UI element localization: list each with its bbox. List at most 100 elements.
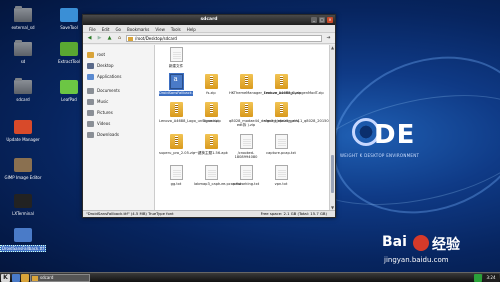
baidu-paw-icon	[413, 235, 429, 251]
close-button[interactable]: ×	[327, 17, 333, 23]
file-name: 一键换主题1.56.apk	[194, 150, 228, 155]
zip-file-icon	[169, 133, 183, 149]
file-item[interactable]: /crooked-1808994080	[229, 133, 263, 160]
file-name: networking.txt	[232, 182, 260, 187]
sidebar-item-label: Pictures	[97, 110, 113, 115]
file-item[interactable]: Lenovo_A4688_Logo_unSigned.zip	[159, 101, 221, 128]
update-icon	[14, 120, 32, 134]
file-name: /crooked-1808994080	[234, 150, 258, 160]
sidebar-item-label: root	[97, 52, 106, 57]
menu-item[interactable]: File	[89, 27, 96, 32]
maximize-button[interactable]: □	[319, 17, 325, 23]
vertical-scrollbar[interactable]: ▲ ▼	[329, 45, 335, 210]
applications-icon	[87, 73, 94, 80]
watermark-url: jingyan.baidu.com	[384, 256, 449, 264]
file-item[interactable]: signed_update_cm11_q8028_20150301.zip	[264, 101, 335, 128]
menu-item[interactable]: Edit	[102, 27, 110, 32]
empty-cell	[299, 102, 333, 128]
sidebar-item[interactable]: Desktop	[83, 60, 154, 71]
network-status-icon[interactable]	[474, 274, 482, 282]
extract-icon	[60, 42, 78, 56]
menu-item[interactable]: View	[155, 27, 165, 32]
desktop-icon[interactable]: external_sd	[0, 6, 46, 30]
file-item[interactable]: networking.txt	[229, 165, 263, 186]
desktop-icon-label: sd	[20, 59, 26, 64]
terminal-icon	[14, 194, 32, 208]
zip-file-icon	[204, 101, 218, 117]
show-desktop-icon[interactable]	[12, 274, 20, 282]
empty-cell	[299, 47, 333, 68]
sidebar-item[interactable]: Applications	[83, 71, 154, 82]
places-sidebar: root Desktop Applications Documents Music Pic…	[83, 45, 155, 210]
text-file-icon	[239, 165, 253, 181]
desktop-icon[interactable]: Update Manager	[0, 120, 46, 142]
desktop-icon[interactable]: DroidSansFallback.ttf	[0, 228, 46, 252]
file-item[interactable]: q8028_modae44_default_default_path( edt拆…	[229, 101, 299, 128]
folder-icon	[32, 276, 38, 281]
file-item[interactable]: capture.pcap.txt	[264, 133, 298, 160]
sidebar-item[interactable]: Documents	[83, 85, 154, 96]
status-bar: "DroidSansFallback.ttf" (4.5 MB) TrueTyp…	[83, 210, 335, 217]
file-name: gg.txt	[170, 182, 182, 187]
back-button[interactable]: ◀	[86, 35, 93, 42]
kde-letters: DE	[374, 120, 416, 150]
status-selection: "DroidSansFallback.ttf" (4.5 MB) TrueTyp…	[86, 211, 174, 216]
sidebar-item-label: Applications	[97, 74, 122, 79]
desktop-icon[interactable]: GIMP Image Editor	[0, 158, 46, 180]
text-file-icon	[274, 133, 288, 149]
menu-bar: File Edit Go Bookmarks View Tools Help	[83, 25, 335, 33]
scroll-up-icon[interactable]: ▲	[330, 45, 335, 50]
desktop-icon-label: LXTerminal	[12, 211, 34, 216]
file-item[interactable]: labmap3_capture.pcap.txt	[194, 165, 241, 186]
desktop-icon[interactable]: sd	[0, 40, 46, 64]
sidebar-item[interactable]: Pictures	[83, 107, 154, 118]
scrollbar-thumb[interactable]	[331, 155, 334, 193]
sidebar-item-label: Documents	[97, 88, 120, 93]
file-item[interactable]: DroidSansFallback.ttf	[159, 73, 197, 96]
sidebar-item[interactable]: Music	[83, 96, 154, 107]
videos-folder-icon	[87, 120, 94, 127]
kde-logo: DE	[352, 118, 422, 152]
file-item[interactable]: Lenovo_A4688_CyangenModT.zip	[264, 74, 324, 95]
text-file-icon	[169, 47, 183, 62]
file-item[interactable]: 一键换主题1.56.apk	[194, 133, 228, 160]
folder-icon	[14, 40, 32, 56]
menu-item[interactable]: Bookmarks	[127, 27, 149, 32]
desktop-icon-label: GIMP Image Editor	[4, 175, 42, 180]
sidebar-item[interactable]: root	[83, 49, 154, 60]
up-button[interactable]: ▲	[106, 35, 113, 42]
desktop-icon	[87, 62, 94, 69]
sidebar-item-label: Music	[97, 99, 109, 104]
menu-item[interactable]: Go	[115, 27, 121, 32]
file-item[interactable]: fs.zip	[194, 74, 228, 95]
file-item[interactable]: 新建文件	[159, 47, 193, 68]
minimize-button[interactable]: _	[311, 17, 317, 23]
empty-cell	[194, 47, 228, 68]
sidebar-item[interactable]: Downloads	[83, 129, 154, 140]
file-item[interactable]: HKThemeManager_Feature_bootlogo.zip	[229, 74, 301, 95]
window-titlebar[interactable]: sdcard _ □ ×	[83, 15, 335, 25]
sidebar-item[interactable]: Videos	[83, 118, 154, 129]
desktop-icon-label: Update Manager	[6, 137, 40, 142]
home-button[interactable]: ⌂	[116, 35, 123, 42]
file-item[interactable]: superu_pro_2.05.zip	[159, 133, 195, 160]
file-item[interactable]: vpn.txt	[264, 165, 298, 186]
baidu-watermark: Bai 经验 jingyan.baidu.com	[382, 234, 492, 270]
address-bar[interactable]: /root/Desktop/sdcard	[126, 34, 322, 42]
menu-item[interactable]: Help	[187, 27, 196, 32]
file-item[interactable]: liguo.zip	[194, 101, 228, 128]
downloads-folder-icon	[87, 131, 94, 138]
desktop-icon[interactable]: sdcard	[0, 78, 46, 102]
desktop-icon[interactable]: LXTerminal	[0, 194, 46, 216]
menu-item[interactable]: Tools	[171, 27, 181, 32]
file-item[interactable]: gg.txt	[159, 165, 193, 186]
start-menu-button[interactable]: K	[1, 274, 10, 282]
file-manager-launcher-icon[interactable]	[21, 274, 29, 282]
file-name: vpn.txt	[274, 182, 288, 187]
file-name: fs.zip	[206, 91, 216, 96]
forward-button[interactable]: ▶	[96, 35, 103, 42]
taskbar-item-sdcard[interactable]: sdcard	[30, 274, 90, 282]
go-button[interactable]: ➜	[325, 35, 332, 42]
folder-icon	[14, 6, 32, 22]
clock[interactable]: 3:24	[483, 274, 499, 282]
